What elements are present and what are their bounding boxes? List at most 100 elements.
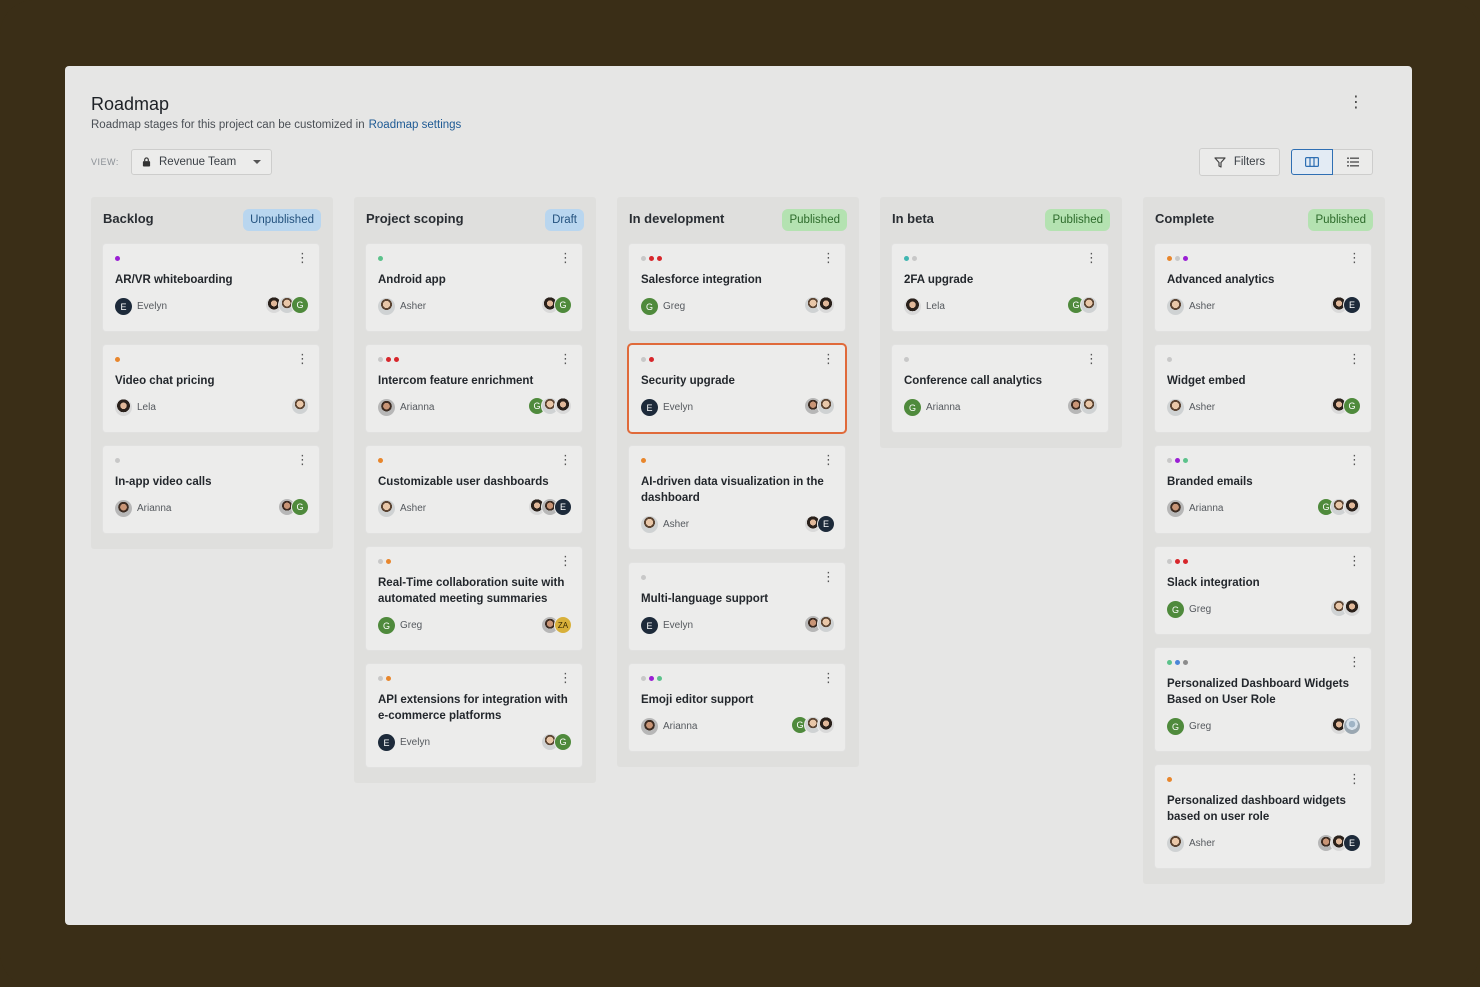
- tag-dot: [386, 357, 391, 362]
- assignee-avatar[interactable]: E: [1343, 834, 1361, 852]
- tag-dot: [378, 357, 383, 362]
- assignee-avatar[interactable]: [1080, 397, 1098, 415]
- assignee-avatar[interactable]: [817, 716, 835, 734]
- roadmap-card[interactable]: ⋮ Real-Time collaboration suite with auto…: [366, 547, 582, 650]
- owner-avatar[interactable]: G: [1167, 718, 1184, 735]
- more-options-icon[interactable]: ⋮: [1348, 352, 1361, 366]
- owner-avatar[interactable]: [641, 516, 658, 533]
- more-options-icon[interactable]: ⋮: [822, 570, 835, 584]
- columns-icon: [1305, 157, 1319, 167]
- roadmap-card[interactable]: ⋮ In-app video calls Arianna G: [103, 446, 319, 533]
- board-view-toggle[interactable]: [1291, 149, 1333, 175]
- owner-avatar[interactable]: [1167, 399, 1184, 416]
- owner-avatar[interactable]: E: [115, 298, 132, 315]
- more-options-icon[interactable]: ⋮: [296, 352, 309, 366]
- roadmap-card[interactable]: ⋮ Personalized dashboard widgets based on…: [1155, 765, 1371, 868]
- assignee-avatar[interactable]: E: [1343, 296, 1361, 314]
- owner-avatar[interactable]: [641, 718, 658, 735]
- assignee-avatar[interactable]: [817, 296, 835, 314]
- more-options-icon[interactable]: ⋮: [559, 671, 572, 685]
- owner-avatar[interactable]: E: [641, 617, 658, 634]
- assignee-avatar[interactable]: ZA: [554, 616, 572, 634]
- more-options-icon[interactable]: ⋮: [1348, 453, 1361, 467]
- roadmap-card[interactable]: ⋮ Security upgrade E Evelyn: [629, 345, 845, 432]
- roadmap-card[interactable]: ⋮ Slack integration G Greg: [1155, 547, 1371, 634]
- filters-button[interactable]: Filters: [1199, 148, 1280, 176]
- tag-dot: [904, 357, 909, 362]
- roadmap-card[interactable]: ⋮ Salesforce integration G Greg: [629, 244, 845, 331]
- owner-avatar[interactable]: G: [641, 298, 658, 315]
- more-options-icon[interactable]: ⋮: [559, 453, 572, 467]
- more-options-icon[interactable]: ⋮: [1348, 655, 1361, 669]
- more-options-icon[interactable]: ⋮: [1085, 251, 1098, 265]
- roadmap-card[interactable]: ⋮ Video chat pricing Lela: [103, 345, 319, 432]
- more-options-icon[interactable]: ⋮: [1348, 251, 1361, 265]
- more-options-icon[interactable]: ⋮: [822, 453, 835, 467]
- more-options-icon[interactable]: ⋮: [559, 251, 572, 265]
- assignee-avatar[interactable]: [1080, 296, 1098, 314]
- roadmap-card[interactable]: ⋮ Emoji editor support Arianna G: [629, 664, 845, 751]
- owner-avatar[interactable]: [378, 298, 395, 315]
- roadmap-card[interactable]: ⋮ Customizable user dashboards Asher E: [366, 446, 582, 533]
- more-options-icon[interactable]: ⋮: [296, 453, 309, 467]
- more-options-icon[interactable]: ⋮: [822, 352, 835, 366]
- more-options-icon[interactable]: ⋮: [822, 671, 835, 685]
- assignee-avatar[interactable]: [554, 397, 572, 415]
- roadmap-card[interactable]: ⋮ Conference call analytics G Arianna: [892, 345, 1108, 432]
- assignee-avatars: G: [1330, 397, 1361, 415]
- assignee-avatar[interactable]: [817, 615, 835, 633]
- more-options-icon[interactable]: ⋮: [1348, 554, 1361, 568]
- assignee-avatar[interactable]: G: [554, 296, 572, 314]
- roadmap-card[interactable]: ⋮ Widget embed Asher G: [1155, 345, 1371, 432]
- owner-avatar[interactable]: [378, 399, 395, 416]
- owner-avatar[interactable]: G: [378, 617, 395, 634]
- assignee-avatar[interactable]: [817, 397, 835, 415]
- more-options-icon[interactable]: ⋮: [559, 554, 572, 568]
- roadmap-card[interactable]: ⋮ AR/VR whiteboarding E Evelyn G: [103, 244, 319, 331]
- owner-avatar[interactable]: G: [904, 399, 921, 416]
- roadmap-card[interactable]: ⋮ Multi-language support E Evelyn: [629, 563, 845, 650]
- assignee-avatar[interactable]: E: [817, 515, 835, 533]
- roadmap-card[interactable]: ⋮ Personalized Dashboard Widgets Based on…: [1155, 648, 1371, 751]
- roadmap-settings-link[interactable]: Roadmap settings: [369, 119, 462, 131]
- roadmap-card[interactable]: ⋮ Branded emails Arianna G: [1155, 446, 1371, 533]
- owner-avatar[interactable]: E: [641, 399, 658, 416]
- owner-avatar[interactable]: [378, 500, 395, 517]
- owner-name: Greg: [400, 620, 423, 631]
- owner-avatar[interactable]: [115, 500, 132, 517]
- roadmap-card[interactable]: ⋮ Android app Asher G: [366, 244, 582, 331]
- tag-dots: [904, 256, 917, 261]
- roadmap-card[interactable]: ⋮ AI-driven data visualization in the das…: [629, 446, 845, 549]
- assignee-avatar[interactable]: G: [291, 498, 309, 516]
- more-options-icon[interactable]: ⋮: [559, 352, 572, 366]
- roadmap-card[interactable]: ⋮ API extensions for integration with e-c…: [366, 664, 582, 767]
- assignee-avatar[interactable]: G: [554, 733, 572, 751]
- assignee-avatar[interactable]: [291, 397, 309, 415]
- owner-avatar[interactable]: [1167, 500, 1184, 517]
- owner-avatar[interactable]: [1167, 835, 1184, 852]
- assignee-avatar[interactable]: [1343, 599, 1361, 617]
- assignee-avatar[interactable]: [1343, 498, 1361, 516]
- assignee-avatar[interactable]: G: [291, 296, 309, 314]
- tag-dots: [641, 256, 662, 261]
- more-options-icon[interactable]: ⋮: [822, 251, 835, 265]
- owner-avatar[interactable]: G: [1167, 601, 1184, 618]
- roadmap-card[interactable]: ⋮ 2FA upgrade Lela G: [892, 244, 1108, 331]
- owner-name: Arianna: [663, 721, 698, 732]
- roadmap-card[interactable]: ⋮ Advanced analytics Asher E: [1155, 244, 1371, 331]
- more-options-icon[interactable]: ⋮: [1085, 352, 1098, 366]
- more-options-icon[interactable]: ⋮: [1348, 772, 1361, 786]
- list-view-toggle[interactable]: [1333, 149, 1373, 175]
- owner-avatar[interactable]: [1167, 298, 1184, 315]
- roadmap-card[interactable]: ⋮ Intercom feature enrichment Arianna G: [366, 345, 582, 432]
- assignee-avatar[interactable]: G: [1343, 397, 1361, 415]
- more-options-icon[interactable]: ⋮: [296, 251, 309, 265]
- owner-avatar[interactable]: [904, 298, 921, 315]
- tag-dots: [378, 357, 399, 362]
- owner-avatar[interactable]: E: [378, 734, 395, 751]
- assignee-avatar[interactable]: [1343, 717, 1361, 735]
- more-options-icon[interactable]: ⋮: [1348, 94, 1364, 112]
- assignee-avatar[interactable]: E: [554, 498, 572, 516]
- owner-avatar[interactable]: [115, 399, 132, 416]
- view-select[interactable]: Revenue Team: [131, 149, 272, 175]
